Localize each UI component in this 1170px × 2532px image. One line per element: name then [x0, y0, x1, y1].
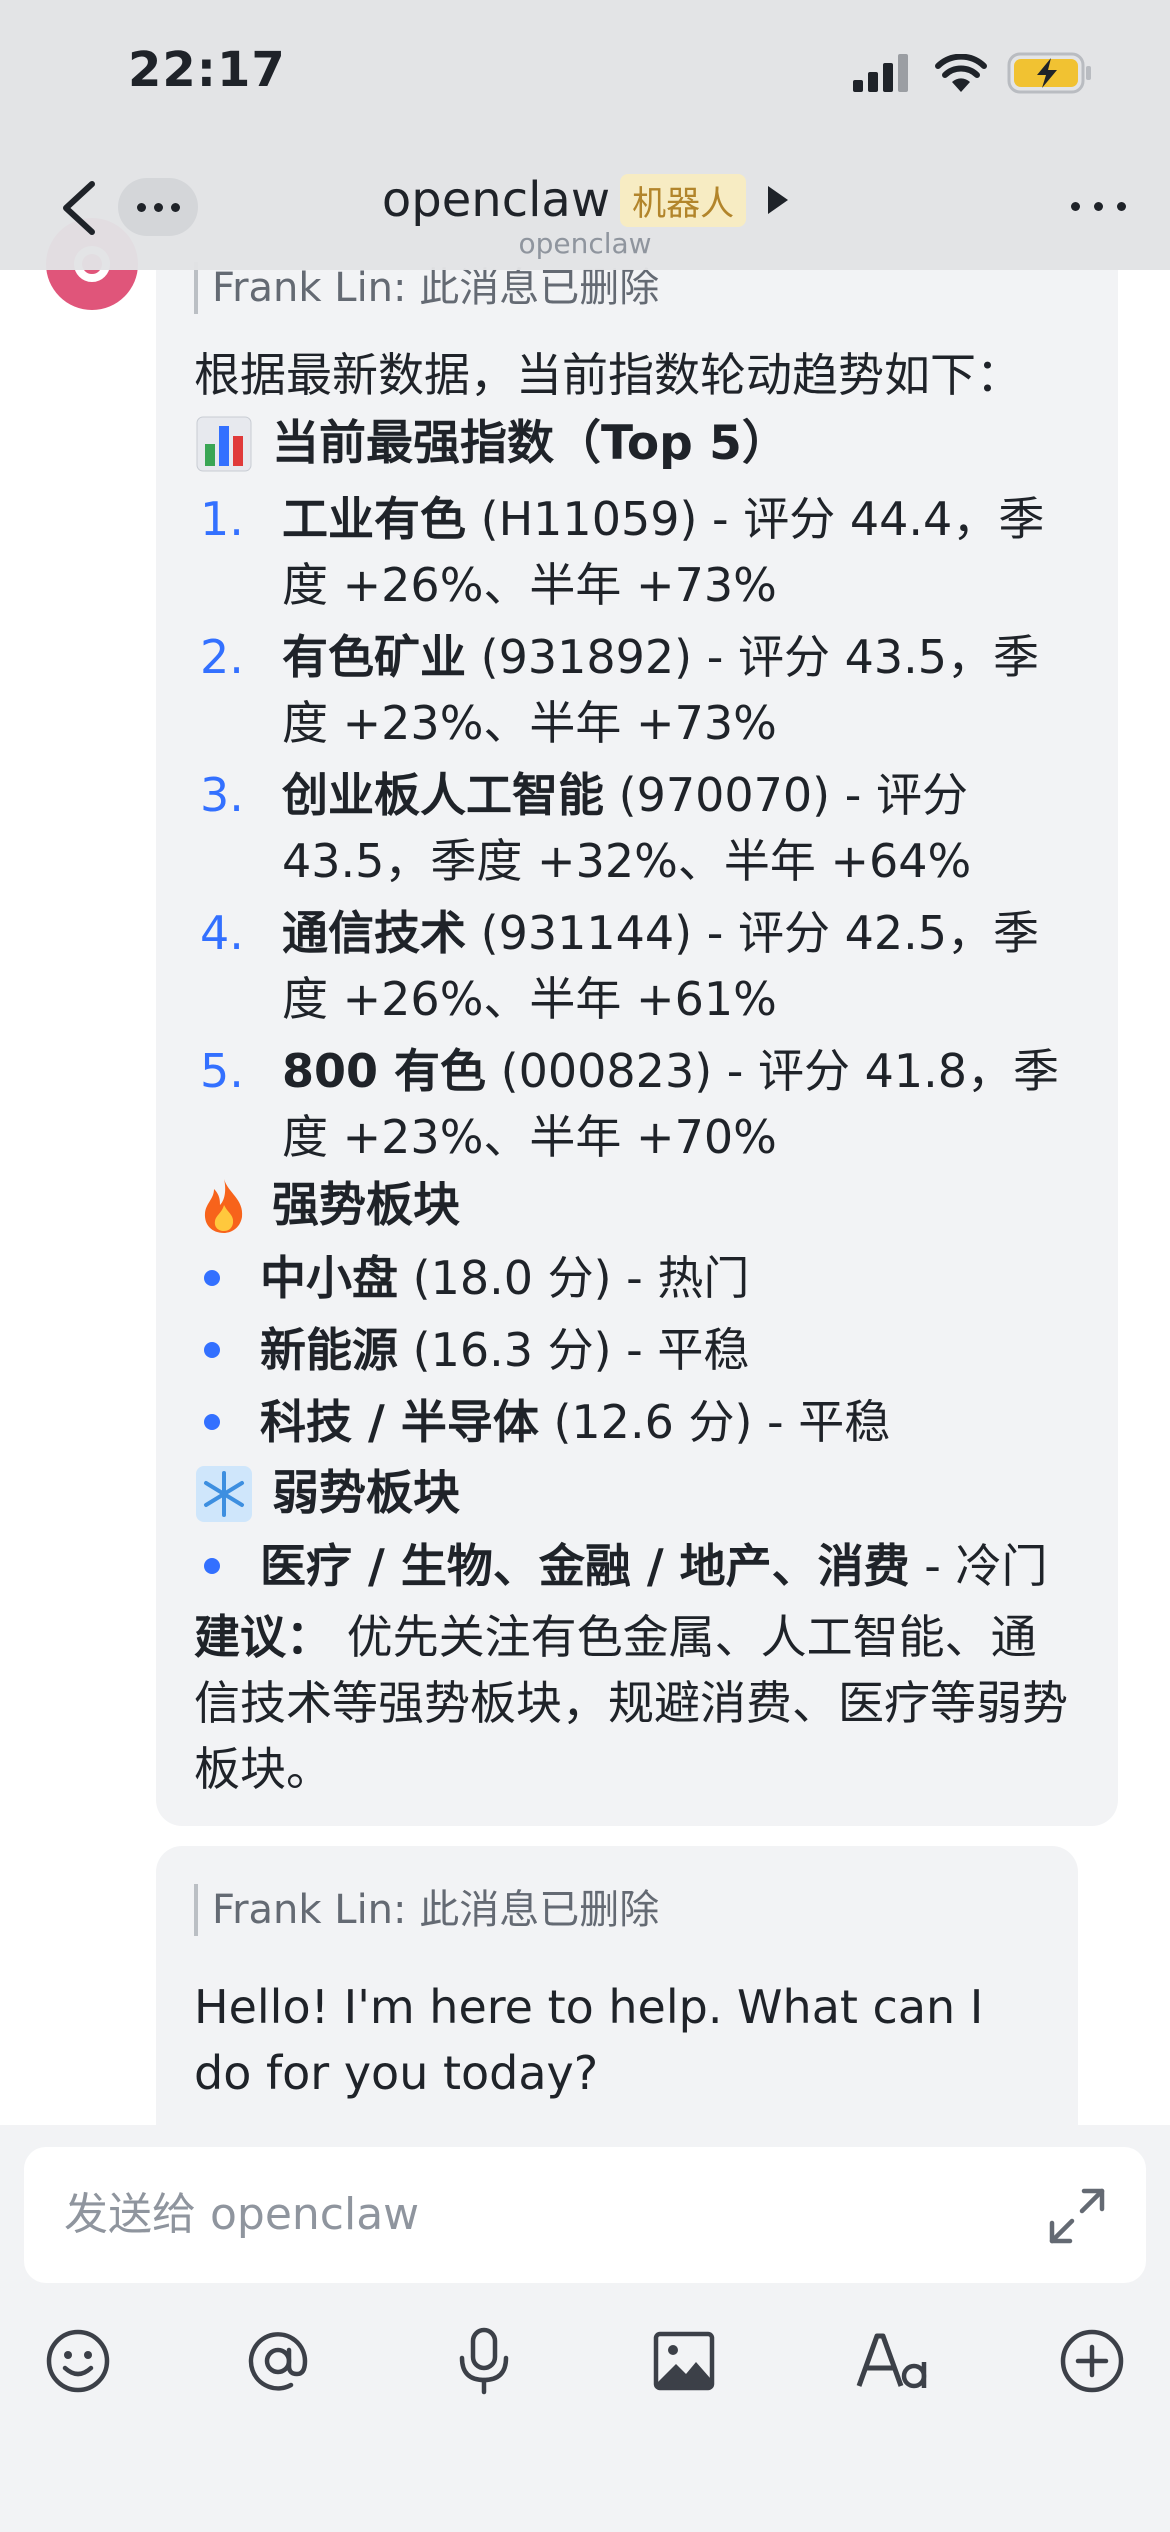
microphone-icon	[459, 2327, 509, 2395]
message-input[interactable]: 发送给 openclaw	[24, 2147, 1146, 2283]
at-sign-icon	[248, 2332, 308, 2391]
sector-detail: (12.6 分) - 平稳	[538, 1395, 891, 1449]
sector-name: 中小盘	[260, 1251, 398, 1305]
message-bubble[interactable]: Frank Lin: 此消息已删除 根据最新数据，当前指数轮动趋势如下： 当前最…	[156, 160, 1118, 1826]
list-item: 中小盘 (18.0 分) - 热门	[194, 1242, 1080, 1314]
section-heading-weak: 弱势板块	[194, 1458, 1080, 1530]
list-number: 1.	[200, 492, 244, 546]
list-number: 2.	[200, 630, 244, 684]
fire-icon	[194, 1176, 254, 1236]
list-item: 3. 创业板人工智能 (970070) - 评分 43.5，季度 +32%、半年…	[194, 762, 1080, 894]
bullet	[194, 1242, 260, 1314]
emoji-button[interactable]	[42, 2325, 114, 2397]
status-time: 22:17	[128, 42, 286, 98]
dot	[1117, 202, 1126, 211]
index-name: 创业板人工智能	[282, 768, 604, 822]
image-button[interactable]	[648, 2325, 720, 2397]
bullet	[194, 1386, 260, 1458]
chat-message-list[interactable]: Frank Lin: 此消息已删除 根据最新数据，当前指数轮动趋势如下： 当前最…	[0, 0, 1170, 2125]
snowflake-icon	[194, 1464, 254, 1524]
list-number: 5.	[200, 1044, 244, 1098]
mention-button[interactable]	[242, 2325, 314, 2397]
suggestion: 建议： 优先关注有色金属、人工智能、通信技术等强势板块，规避消费、医疗等弱势板块…	[194, 1604, 1080, 1802]
sector-name: 科技 / 半导体	[260, 1395, 539, 1449]
weak-sector-list: 医疗 / 生物、金融 / 地产、消费 - 冷门	[194, 1530, 1080, 1602]
message-composer: 发送给 openclaw	[0, 2125, 1170, 2532]
sector-name: 医疗 / 生物、金融 / 地产、消费	[260, 1539, 910, 1593]
chat-header: openclaw 机器人 openclaw	[0, 150, 1170, 270]
chat-subtitle: openclaw	[518, 227, 652, 260]
index-name: 通信技术	[282, 906, 466, 960]
list-item: 1. 工业有色 (H11059) - 评分 44.4，季度 +26%、半年 +7…	[194, 486, 1080, 618]
sector-detail: (16.3 分) - 平稳	[398, 1323, 750, 1377]
strong-sector-list: 中小盘 (18.0 分) - 热门 新能源 (16.3 分) - 平稳 科技 /…	[194, 1242, 1080, 1458]
bar-chart-icon	[194, 414, 254, 474]
message-intro: 根据最新数据，当前指数轮动趋势如下：	[194, 348, 1022, 402]
index-name: 800 有色	[282, 1044, 487, 1098]
wifi-icon	[935, 54, 987, 92]
bullet	[194, 1530, 260, 1602]
bot-badge: 机器人	[620, 173, 747, 227]
list-item: 2. 有色矿业 (931892) - 评分 43.5，季度 +23%、半年 +7…	[194, 624, 1080, 756]
battery-charging-icon	[1007, 52, 1091, 94]
suggestion-label: 建议：	[194, 1610, 332, 1664]
list-number: 3.	[200, 768, 244, 822]
dot	[1094, 202, 1103, 211]
expand-icon[interactable]	[1048, 2187, 1106, 2245]
status-bar: 22:17	[0, 0, 1170, 150]
plus-circle-icon	[1060, 2329, 1124, 2393]
text-format-button[interactable]	[852, 2325, 932, 2397]
message-bubble[interactable]: Frank Lin: 此消息已删除 Hello! I'm here to hel…	[156, 1846, 1078, 2125]
image-icon	[653, 2331, 715, 2391]
list-item: 新能源 (16.3 分) - 平稳	[194, 1314, 1080, 1386]
index-name: 有色矿业	[282, 630, 466, 684]
play-triangle-icon[interactable]	[768, 186, 789, 214]
list-item: 4. 通信技术 (931144) - 评分 42.5，季度 +26%、半年 +6…	[194, 900, 1080, 1032]
composer-toolbar	[0, 2325, 1170, 2435]
top5-list: 1. 工业有色 (H11059) - 评分 44.4，季度 +26%、半年 +7…	[194, 486, 1080, 1170]
index-name: 工业有色	[282, 492, 466, 546]
sector-detail: - 冷门	[909, 1539, 1048, 1593]
cellular-signal-icon	[853, 54, 908, 92]
add-button[interactable]	[1056, 2325, 1128, 2397]
list-item: 科技 / 半导体 (12.6 分) - 平稳	[194, 1386, 1080, 1458]
font-format-icon	[856, 2333, 927, 2389]
list-item: 医疗 / 生物、金融 / 地产、消费 - 冷门	[194, 1530, 1080, 1602]
list-item: 5. 800 有色 (000823) - 评分 41.8，季度 +23%、半年 …	[194, 1038, 1080, 1170]
bullet	[194, 1314, 260, 1386]
voice-button[interactable]	[448, 2325, 520, 2397]
more-menu-button[interactable]	[1071, 202, 1126, 211]
message-text: Hello! I'm here to help. What can I do f…	[194, 1980, 984, 2100]
list-number: 4.	[200, 906, 244, 960]
chat-title[interactable]: openclaw	[382, 172, 610, 228]
quoted-reply[interactable]: Frank Lin: 此消息已删除	[194, 1884, 1040, 1936]
section-title: 当前最强指数（Top 5）	[272, 416, 789, 471]
message-input-placeholder[interactable]: 发送给 openclaw	[64, 2147, 419, 2283]
smiley-icon	[46, 2329, 110, 2393]
sector-detail: (18.0 分) - 热门	[398, 1251, 750, 1305]
dot	[1071, 202, 1080, 211]
section-title: 强势板块	[272, 1178, 460, 1233]
section-title: 弱势板块	[272, 1466, 460, 1521]
section-heading-strong: 强势板块	[194, 1170, 1080, 1242]
sector-name: 新能源	[260, 1323, 398, 1377]
section-heading-top: 当前最强指数（Top 5）	[194, 408, 1080, 480]
